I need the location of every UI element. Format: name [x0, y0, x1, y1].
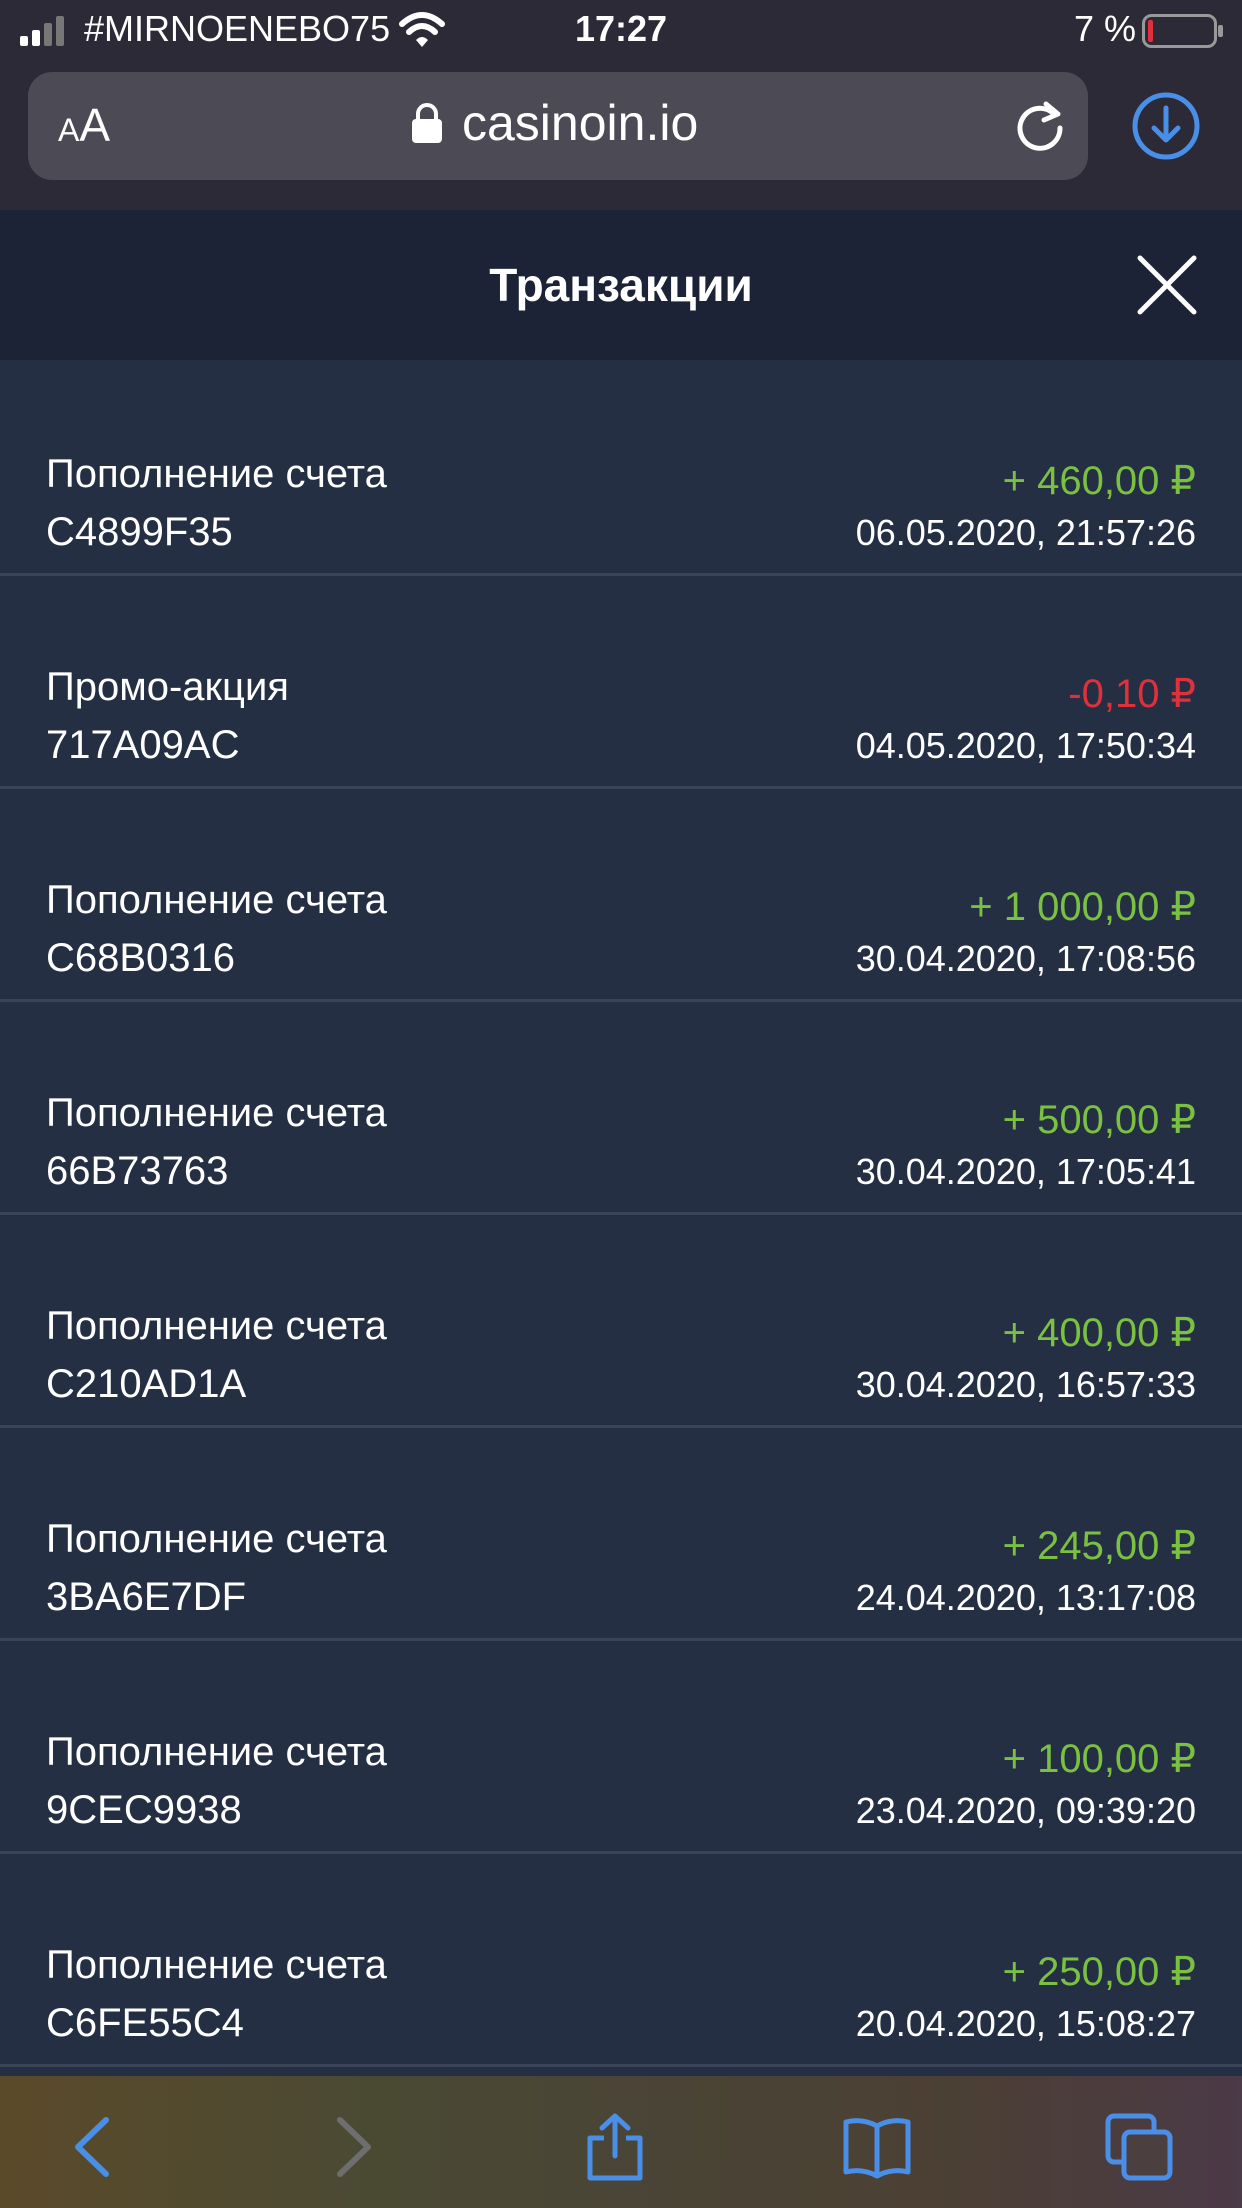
- transaction-type: Пополнение счета: [46, 1091, 387, 1135]
- address-bar[interactable]: AA casinoin.io: [28, 72, 1088, 180]
- transaction-row[interactable]: Пополнение счета C210AD1A + 400,00 ₽ 30.04.…: [0, 1212, 1242, 1428]
- tabs-icon[interactable]: [1104, 2112, 1174, 2182]
- transaction-amount: + 245,00 ₽: [1002, 1524, 1196, 1568]
- transaction-row[interactable]: Пополнение счета C6FE55C4 + 250,00 ₽ 20.04.…: [0, 1851, 1242, 2067]
- transaction-id: 66B73763: [46, 1149, 229, 1193]
- transaction-row[interactable]: Пополнение счета 66B73763 + 500,00 ₽ 30.04.…: [0, 999, 1242, 1215]
- transaction-date: 30.04.2020, 17:08:56: [855, 938, 1196, 979]
- transaction-date: 23.04.2020, 09:39:20: [855, 1790, 1196, 1831]
- text-size-button[interactable]: AA: [58, 98, 110, 152]
- transaction-id: C6FE55C4: [46, 2001, 244, 2045]
- transaction-amount: -0,10 ₽: [1068, 672, 1196, 716]
- transaction-id: 3BA6E7DF: [46, 1575, 247, 1619]
- transaction-amount: + 100,00 ₽: [1002, 1737, 1196, 1781]
- back-icon[interactable]: [58, 2112, 128, 2182]
- transaction-type: Пополнение счета: [46, 452, 387, 496]
- transaction-amount: + 250,00 ₽: [1002, 1950, 1196, 1994]
- transaction-amount: + 400,00 ₽: [1002, 1311, 1196, 1355]
- transaction-amount: + 1 000,00 ₽: [969, 885, 1196, 929]
- transaction-id: C68B0316: [46, 936, 236, 980]
- transaction-date: 04.05.2020, 17:50:34: [855, 725, 1196, 766]
- modal-header: Транзакции: [0, 210, 1242, 360]
- transaction-type: Пополнение счета: [46, 878, 387, 922]
- transaction-id: C210AD1A: [46, 1362, 247, 1406]
- transaction-row[interactable]: Пополнение счета C4899F35 + 460,00 ₽ 06.05.…: [0, 360, 1242, 576]
- transaction-amount: + 460,00 ₽: [1002, 459, 1196, 503]
- transaction-row[interactable]: Пополнение счета C68B0316 + 1 000,00 ₽ 30.0…: [0, 786, 1242, 1002]
- close-icon[interactable]: [1136, 254, 1198, 316]
- transaction-date: 24.04.2020, 13:17:08: [855, 1577, 1196, 1618]
- transaction-date: 30.04.2020, 16:57:33: [855, 1364, 1196, 1405]
- transaction-type: Пополнение счета: [46, 1517, 387, 1561]
- transaction-type: Пополнение счета: [46, 1304, 387, 1348]
- transaction-date: 06.05.2020, 21:57:26: [855, 512, 1196, 553]
- transaction-type: Промо-акция: [46, 665, 289, 709]
- page-title: Транзакции: [489, 259, 753, 311]
- download-icon[interactable]: [1130, 90, 1202, 162]
- share-icon[interactable]: [580, 2112, 650, 2182]
- transaction-type: Пополнение счета: [46, 1943, 387, 1987]
- transaction-id: 9CEC9938: [46, 1788, 242, 1832]
- forward-icon[interactable]: [318, 2112, 388, 2182]
- reload-icon[interactable]: [1010, 96, 1070, 156]
- browser-toolbar: [0, 2076, 1242, 2208]
- battery-percent: 7 %: [1073, 8, 1136, 49]
- transaction-id: C4899F35: [46, 510, 233, 554]
- bookmarks-icon[interactable]: [842, 2112, 912, 2182]
- transaction-id: 717A09AC: [46, 723, 240, 767]
- battery-icon: [1142, 14, 1223, 48]
- transaction-row[interactable]: Промо-акция 717A09AC -0,10 ₽ 04.05.2020, 17…: [0, 573, 1242, 789]
- status-bar: #MIRNOENEBO75 17:27 7 %: [0, 0, 1242, 62]
- transaction-list[interactable]: Пополнение счета C4899F35 + 460,00 ₽ 06.05.…: [0, 360, 1242, 2076]
- transaction-amount: + 500,00 ₽: [1002, 1098, 1196, 1142]
- transaction-date: 20.04.2020, 15:08:27: [855, 2003, 1196, 2044]
- url-domain[interactable]: casinoin.io: [462, 94, 698, 152]
- clock: 17:27: [574, 8, 668, 49]
- transaction-type: Пополнение счета: [46, 1730, 387, 1774]
- transaction-row[interactable]: Пополнение счета 3BA6E7DF + 245,00 ₽ 24.04.…: [0, 1425, 1242, 1641]
- transaction-date: 30.04.2020, 17:05:41: [855, 1151, 1196, 1192]
- transaction-row[interactable]: Пополнение счета 9CEC9938 + 100,00 ₽ 23.04.…: [0, 1638, 1242, 1854]
- browser-url-area: AA casinoin.io: [0, 62, 1242, 210]
- lock-icon: [412, 103, 442, 143]
